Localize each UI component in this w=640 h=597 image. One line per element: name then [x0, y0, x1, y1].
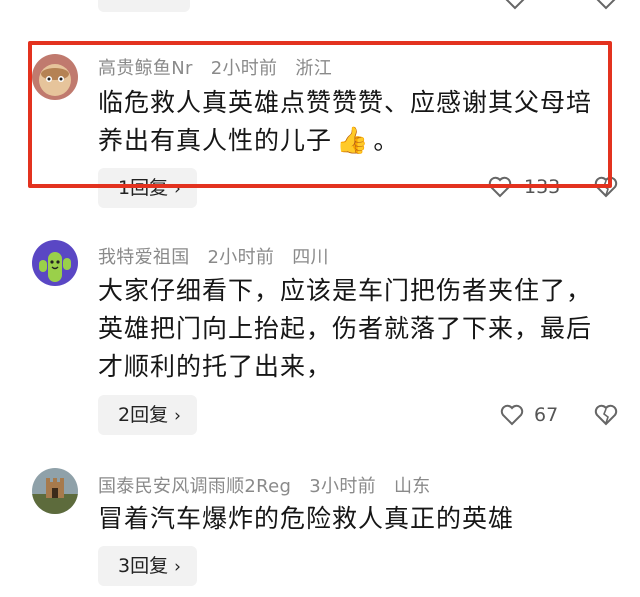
- chevron-right-icon: ›: [174, 406, 181, 426]
- comment-meta: 国泰民安风调雨顺2Reg 3小时前 山东: [98, 472, 443, 498]
- comment-meta: 我特爱祖国 2小时前 四川: [98, 243, 341, 269]
- comment-line: 冒着汽车爆炸的危险救人真正的英雄: [98, 504, 515, 533]
- reply-button[interactable]: 2回复 ›: [98, 395, 197, 435]
- comment-text: 冒着汽车爆炸的危险救人真正的英雄: [98, 500, 618, 538]
- heart-icon: [500, 404, 524, 426]
- highlight-box: [28, 41, 612, 188]
- broken-heart-icon: [594, 404, 618, 426]
- avatar[interactable]: [32, 468, 78, 514]
- comment-location: 山东: [393, 476, 431, 497]
- previous-dislike-icon[interactable]: [594, 0, 618, 10]
- dislike-button[interactable]: [594, 404, 618, 426]
- previous-reply-button[interactable]: [98, 0, 190, 12]
- reply-count: 2回复: [118, 404, 169, 426]
- comment-line: 才顺利的托了出来，: [98, 352, 333, 381]
- comment-line: 大家仔细看下，应该是车门把伤者夹住了，: [98, 276, 593, 305]
- comment-time: 2小时前: [207, 247, 275, 268]
- comment-location: 四川: [292, 247, 329, 268]
- comment-time: 3小时前: [309, 476, 376, 497]
- reply-count: 3回复: [118, 555, 169, 577]
- like-count: 67: [534, 404, 559, 426]
- previous-like-icon[interactable]: [503, 0, 527, 10]
- reply-button[interactable]: 3回复 ›: [98, 546, 197, 586]
- great-wall-avatar-icon: [32, 468, 78, 514]
- comment-line: 英雄把门向上抬起，伤者就落了下来，最后: [98, 314, 593, 343]
- cactus-avatar-icon: [32, 240, 78, 286]
- avatar[interactable]: [32, 240, 78, 286]
- like-button[interactable]: 67: [500, 404, 558, 426]
- comment-username[interactable]: 我特爱祖国: [98, 247, 190, 268]
- comment-text: 大家仔细看下，应该是车门把伤者夹住了， 英雄把门向上抬起，伤者就落了下来，最后 …: [98, 272, 618, 386]
- chevron-right-icon: ›: [174, 557, 181, 577]
- comment-username[interactable]: 国泰民安风调雨顺2Reg: [98, 476, 291, 497]
